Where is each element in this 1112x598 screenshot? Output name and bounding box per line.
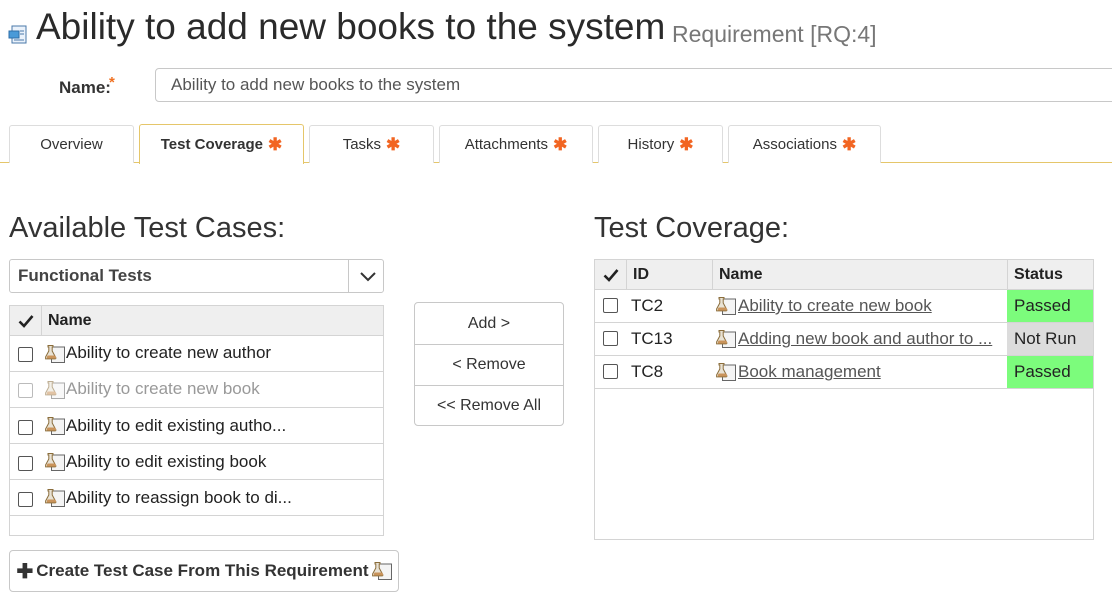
- required-asterisk: *: [109, 74, 115, 91]
- name-input[interactable]: [155, 68, 1112, 102]
- column-header-name[interactable]: Name: [48, 306, 92, 336]
- row-checkbox-disabled: [18, 383, 33, 398]
- requirement-icon: [8, 25, 27, 44]
- test-case-icon: [372, 561, 392, 581]
- tab-label: Associations: [752, 136, 837, 153]
- unsaved-changes-icon: ✱: [268, 134, 283, 154]
- page-title: Ability to add new books to the system: [36, 6, 666, 47]
- test-case-name: Ability to create new book: [66, 379, 260, 398]
- test-coverage-heading: Test Coverage:: [594, 212, 790, 244]
- row-checkbox[interactable]: [18, 347, 33, 362]
- row-checkbox[interactable]: [603, 298, 618, 313]
- add-remove-button-group: Add > < Remove << Remove All: [414, 302, 564, 426]
- tab-label: Test Coverage: [160, 136, 263, 153]
- create-test-case-label: Create Test Case From This Requirement: [36, 561, 369, 580]
- test-case-icon: [716, 362, 736, 382]
- folder-select-value: Functional Tests: [18, 266, 152, 285]
- status-badge: Passed: [1007, 356, 1093, 388]
- test-case-link[interactable]: Book management: [738, 362, 881, 382]
- test-case-link[interactable]: Adding new book and author to ...: [738, 329, 992, 349]
- tab-label: Attachments: [464, 136, 549, 153]
- available-test-cases-grid: Name Ability to create new author Abilit…: [9, 305, 384, 536]
- column-divider: [41, 306, 42, 336]
- test-case-icon: [45, 488, 65, 508]
- test-case-id: TC2: [631, 296, 664, 315]
- unsaved-changes-icon: ✱: [841, 134, 857, 154]
- table-row: Ability to edit existing book: [10, 444, 383, 480]
- chevron-down-icon: [360, 272, 376, 282]
- test-case-id: TC13: [631, 329, 673, 348]
- test-case-name: Ability to edit existing book: [66, 452, 267, 471]
- add-button[interactable]: Add >: [415, 303, 563, 344]
- test-case-icon: [45, 452, 65, 472]
- column-header-status[interactable]: Status: [1014, 260, 1063, 290]
- row-checkbox[interactable]: [603, 364, 618, 379]
- column-header-id[interactable]: ID: [633, 260, 649, 290]
- remove-all-button[interactable]: << Remove All: [415, 385, 563, 426]
- tab-label: History: [627, 136, 675, 153]
- grid-header: Name: [10, 306, 383, 336]
- test-case-icon: [716, 296, 736, 316]
- tab-attachments[interactable]: Attachments ✱: [439, 125, 593, 163]
- test-case-icon: [45, 380, 65, 400]
- select-divider: [348, 260, 349, 292]
- folder-select[interactable]: Functional Tests: [9, 259, 384, 293]
- column-divider: [712, 260, 713, 290]
- tab-test-coverage[interactable]: Test Coverage ✱: [139, 124, 304, 164]
- row-checkbox[interactable]: [18, 456, 33, 471]
- tab-overview[interactable]: Overview: [9, 125, 134, 163]
- test-case-name: Ability to reassign book to di...: [66, 488, 292, 507]
- row-checkbox[interactable]: [18, 420, 33, 435]
- table-row: TC2 Ability to create new book Passed: [595, 290, 1093, 323]
- create-test-case-button[interactable]: ✚ Create Test Case From This Requirement: [9, 550, 399, 592]
- artifact-type-token: Requirement [RQ:4]: [672, 21, 877, 47]
- tab-associations[interactable]: Associations ✱: [728, 125, 881, 163]
- column-divider: [626, 260, 627, 290]
- row-checkbox[interactable]: [603, 331, 618, 346]
- test-case-name: Ability to edit existing autho...: [66, 416, 287, 435]
- grid-header: ID Name Status: [595, 260, 1093, 290]
- table-row: Ability to reassign book to di...: [10, 480, 383, 516]
- test-coverage-grid: ID Name Status TC2 Ability to create new…: [594, 259, 1094, 540]
- test-case-link[interactable]: Ability to create new book: [738, 296, 932, 316]
- tab-label: Overview: [40, 136, 103, 153]
- tab-label: Tasks: [342, 136, 382, 153]
- test-case-icon: [45, 416, 65, 436]
- checkmark-icon[interactable]: [603, 268, 619, 282]
- table-row: Ability to create new author: [10, 336, 383, 372]
- remove-button[interactable]: < Remove: [415, 344, 563, 385]
- name-label: Name:: [59, 78, 111, 97]
- tab-tasks[interactable]: Tasks ✱: [309, 125, 434, 163]
- test-case-name: Ability to create new author: [66, 343, 272, 362]
- unsaved-changes-icon: ✱: [679, 134, 694, 154]
- table-row: TC13 Adding new book and author to ... N…: [595, 323, 1093, 356]
- test-case-icon: [716, 329, 736, 349]
- table-row: TC8 Book management Passed: [595, 356, 1093, 389]
- column-divider: [1007, 260, 1008, 290]
- checkmark-icon[interactable]: [18, 314, 34, 328]
- test-case-id: TC8: [631, 362, 664, 381]
- plus-icon: ✚: [16, 560, 34, 583]
- tab-history[interactable]: History ✱: [598, 125, 723, 163]
- unsaved-changes-icon: ✱: [553, 134, 568, 154]
- column-header-name[interactable]: Name: [719, 260, 763, 290]
- status-badge: Not Run: [1007, 323, 1093, 355]
- test-case-icon: [45, 344, 65, 364]
- table-row: Ability to create new book: [10, 372, 383, 408]
- available-test-cases-heading: Available Test Cases:: [9, 212, 286, 244]
- unsaved-changes-icon: ✱: [386, 134, 401, 154]
- status-badge: Passed: [1007, 290, 1093, 322]
- table-row: Ability to edit existing autho...: [10, 408, 383, 444]
- row-checkbox[interactable]: [18, 492, 33, 507]
